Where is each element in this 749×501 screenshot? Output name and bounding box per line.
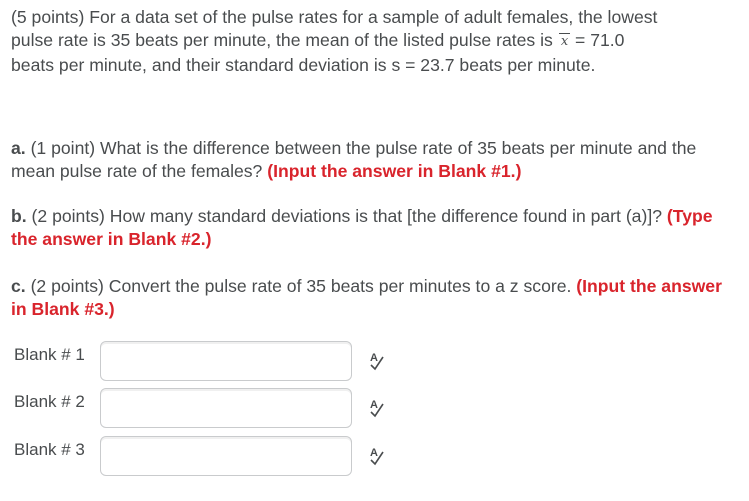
mean-value: = 71.0 bbox=[575, 30, 625, 50]
blank-3-input[interactable] bbox=[100, 436, 352, 476]
intro-line-3: beats per minute, and their standard dev… bbox=[11, 55, 596, 75]
intro-line-2: pulse rate is 35 beats per minute, the m… bbox=[11, 29, 741, 54]
part-b: b. (2 points) How many standard deviatio… bbox=[11, 205, 741, 251]
blank-2-label: Blank # 2 bbox=[14, 392, 85, 411]
part-a-instruction: (Input the answer in Blank #1.) bbox=[267, 161, 522, 181]
spellcheck-icon[interactable]: A bbox=[368, 351, 386, 371]
svg-text:A: A bbox=[370, 399, 378, 411]
part-b-text: (2 points) How many standard deviations … bbox=[31, 206, 662, 226]
part-c: c. (2 points) Convert the pulse rate of … bbox=[11, 275, 741, 321]
svg-text:A: A bbox=[370, 352, 378, 364]
blank-row-2: Blank # 2 A bbox=[0, 388, 749, 432]
part-b-label: b. bbox=[11, 206, 27, 226]
part-a: a. (1 point) What is the difference betw… bbox=[11, 137, 741, 183]
part-c-text: (2 points) Convert the pulse rate of 35 … bbox=[30, 276, 572, 296]
intro-line-2-text: pulse rate is 35 beats per minute, the m… bbox=[11, 30, 553, 50]
blank-3-label: Blank # 3 bbox=[14, 440, 85, 459]
question-intro: (5 points) For a data set of the pulse r… bbox=[11, 6, 741, 77]
svg-text:A: A bbox=[370, 447, 378, 459]
part-a-label: a. bbox=[11, 138, 26, 158]
xbar-symbol: x bbox=[558, 33, 571, 49]
part-c-label: c. bbox=[11, 276, 26, 296]
spellcheck-icon[interactable]: A bbox=[368, 398, 386, 418]
question-panel: (5 points) For a data set of the pulse r… bbox=[0, 0, 749, 501]
blank-1-input[interactable] bbox=[100, 341, 352, 381]
blank-1-label: Blank # 1 bbox=[14, 345, 85, 364]
blank-2-input[interactable] bbox=[100, 388, 352, 428]
blank-row-1: Blank # 1 A bbox=[0, 341, 749, 385]
intro-line-1: (5 points) For a data set of the pulse r… bbox=[11, 7, 658, 27]
spellcheck-icon[interactable]: A bbox=[368, 446, 386, 466]
blank-row-3: Blank # 3 A bbox=[0, 436, 749, 480]
